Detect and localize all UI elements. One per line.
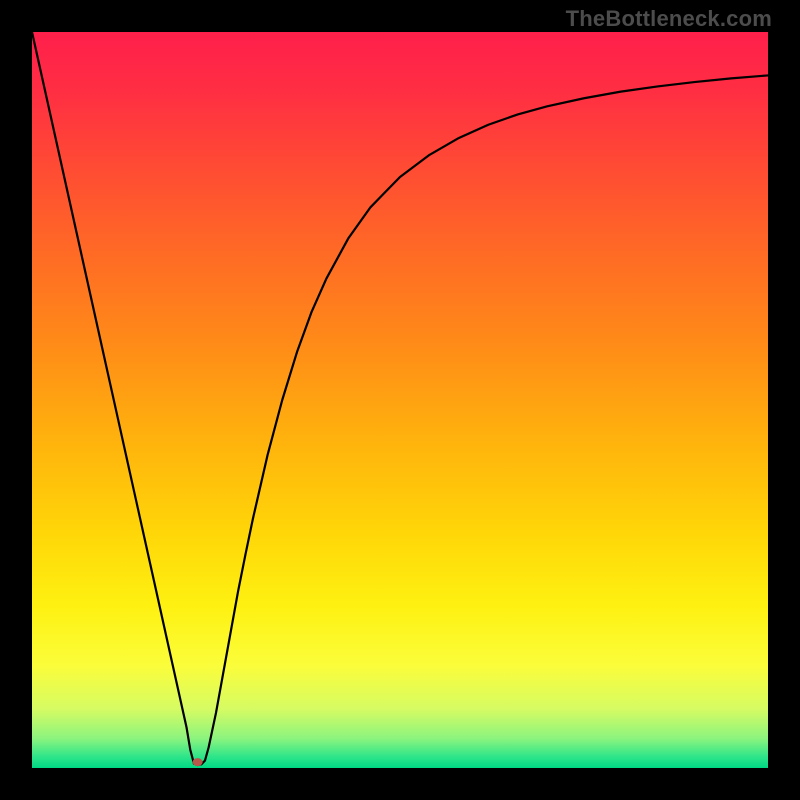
chart-container: TheBottleneck.com xyxy=(0,0,800,800)
chart-svg xyxy=(32,32,768,768)
plot-area xyxy=(32,32,768,768)
plot-background xyxy=(32,32,768,768)
optimal-point-marker xyxy=(193,758,203,766)
watermark-text: TheBottleneck.com xyxy=(566,6,772,32)
